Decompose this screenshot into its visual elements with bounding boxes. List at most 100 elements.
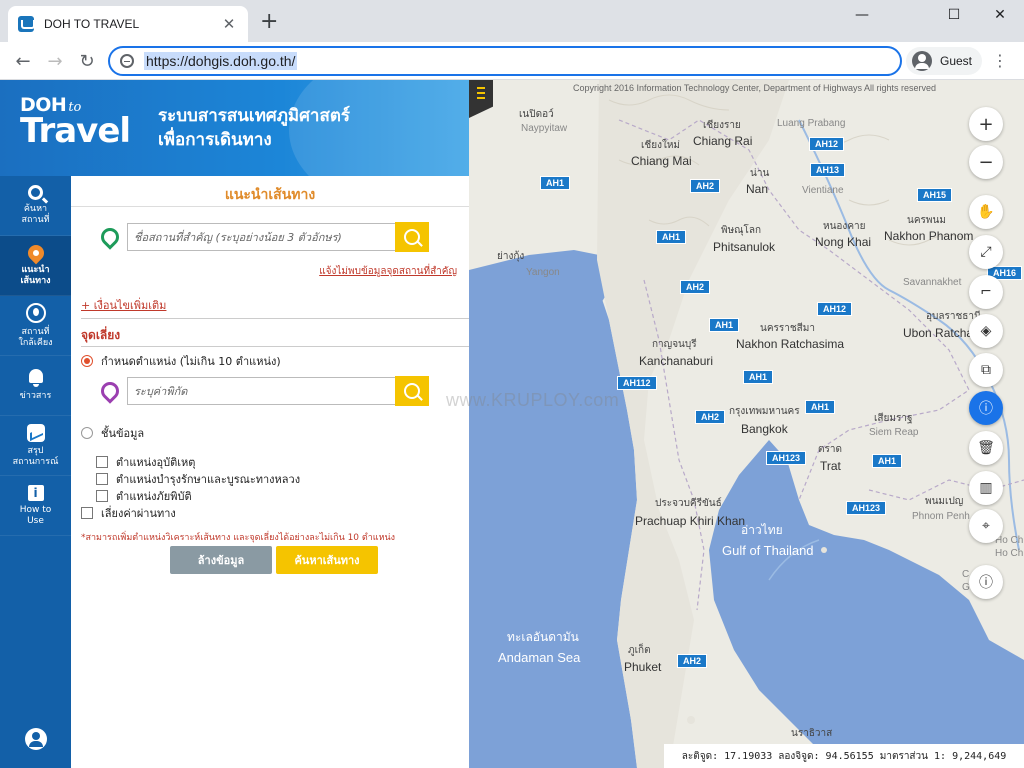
place-label-th: เชียงใหม่ <box>641 140 681 151</box>
sea-label: Gulf of Thailand <box>722 543 814 558</box>
highway-shield: AH112 <box>617 376 657 390</box>
search-icon <box>404 229 420 245</box>
highway-shield: AH13 <box>810 163 846 177</box>
highway-shield: AH123 <box>846 501 887 515</box>
place-label: Phnom Penh <box>912 511 970 522</box>
pan-button[interactable]: ✋ <box>969 195 1003 229</box>
coordinate-input[interactable] <box>127 377 395 405</box>
browser-tab-strip: DOH TO TRAVEL ✕ + — ☐ ✕ <box>0 0 1024 42</box>
place-label-th: เชียงราย <box>703 120 741 131</box>
radio-layer[interactable] <box>81 427 93 439</box>
browser-toolbar: ← → ↻ https://dohgis.doh.go.th/ Guest ⋮ <box>0 42 1024 80</box>
place-label: Kanchanaburi <box>639 354 714 368</box>
profile-button[interactable]: Guest <box>906 47 982 75</box>
zoom-out-icon: − <box>978 151 994 173</box>
locate-button[interactable]: ⌖ <box>969 509 1003 543</box>
app-title: ระบบสารสนเทศภูมิศาสตร์ เพื่อการเดินทาง <box>158 106 350 150</box>
nav-nearby[interactable]: สถานที่ ใกล้เคียง <box>0 296 71 356</box>
place-label: Nakhon Phanom <box>884 229 974 243</box>
minimize-icon[interactable]: — <box>839 0 885 30</box>
nav-situation-summary[interactable]: สรุป สถานการณ์ <box>0 416 71 476</box>
maximize-icon[interactable]: ☐ <box>931 0 977 30</box>
place-label-th: กาญจนบุรี <box>652 339 697 350</box>
place-label-th: เนปิดอว์ <box>519 109 554 120</box>
clear-button[interactable]: ล้างข้อมูล <box>170 546 272 574</box>
app-header: DOH to Travel ระบบสารสนเทศภูมิศาสตร์ เพื่… <box>0 80 469 176</box>
report-missing-place-link[interactable]: แจ้งไม่พบข้อมูลจุดสถานที่สำคัญ <box>319 264 457 279</box>
user-account-icon[interactable] <box>25 728 47 750</box>
highway-shield: AH1 <box>656 230 687 244</box>
more-conditions-link[interactable]: + เงื่อนไขเพิ่มเติม <box>81 296 166 314</box>
bell-icon <box>28 369 43 387</box>
reload-icon[interactable]: ↻ <box>76 50 98 72</box>
coordinate-search-button[interactable] <box>395 376 429 406</box>
layer-disaster-option[interactable]: ตำแหน่งภัยพิบัติ <box>96 487 192 505</box>
avoid-toll-option[interactable]: เลี่ยงค่าผ่านทาง <box>81 504 176 522</box>
place-label: Savannakhet <box>903 277 962 288</box>
nav-route-guide[interactable]: แนะนำ เส้นทาง <box>0 236 71 296</box>
highway-shield: AH12 <box>809 137 845 151</box>
find-route-button[interactable]: ค้นหาเส้นทาง <box>276 546 378 574</box>
place-label: Phuket <box>624 660 662 674</box>
doh-to-travel-logo[interactable]: DOH to Travel <box>20 94 131 148</box>
add-layer-button[interactable]: ⧉ <box>969 353 1003 387</box>
site-info-icon[interactable] <box>120 54 134 68</box>
feedback-button[interactable]: ⓘ <box>969 565 1003 599</box>
map-view[interactable]: Copyright 2016 Information Technology Ce… <box>469 80 1024 768</box>
route-panel: แนะนำเส้นทาง แจ้งไม่พบข้อมูลจุดสถานที่สำ… <box>71 176 469 768</box>
fullscreen-button[interactable]: ⤢ <box>969 235 1003 269</box>
nav-how-to-use[interactable]: i How to Use <box>0 476 71 536</box>
checkbox-disaster[interactable] <box>96 490 108 502</box>
delete-button[interactable]: 🗑 <box>969 431 1003 465</box>
measure-icon: ⌐ <box>980 284 992 300</box>
place-label-th: พิษณุโลก <box>721 225 762 236</box>
feedback-icon: ⓘ <box>979 575 993 591</box>
radio-position[interactable] <box>81 355 93 367</box>
checkbox-maintenance[interactable] <box>96 473 108 485</box>
radio-layer-option[interactable]: ชั้นข้อมูล <box>81 424 144 442</box>
browser-tab[interactable]: DOH TO TRAVEL ✕ <box>8 6 248 42</box>
sea-label: Andaman Sea <box>498 650 581 665</box>
nav-search-place[interactable]: ค้นหา สถานที่ <box>0 176 71 236</box>
layer-maintenance-option[interactable]: ตำแหน่งบำรุงรักษาและบูรณะทางหลวง <box>96 470 300 488</box>
close-tab-icon[interactable]: ✕ <box>220 15 238 33</box>
place-label: Nong Khai <box>815 235 872 249</box>
fullscreen-icon: ⤢ <box>980 244 992 260</box>
origin-pin-icon <box>97 224 123 250</box>
search-icon <box>404 383 420 399</box>
highway-shield: AH1 <box>872 454 903 468</box>
radio-position-option[interactable]: กำหนดตำแหน่ง (ไม่เกิน 10 ตำแหน่ง) <box>81 352 281 370</box>
layers-button[interactable]: ◈ <box>969 314 1003 348</box>
place-label: Naypyitaw <box>521 123 568 134</box>
zoom-out-button[interactable]: − <box>969 145 1003 179</box>
close-window-icon[interactable]: ✕ <box>977 0 1023 30</box>
checkbox-accident[interactable] <box>96 456 108 468</box>
measure-button[interactable]: ⌐ <box>969 275 1003 309</box>
nav-news[interactable]: ข่าวสาร <box>0 356 71 416</box>
browser-menu-icon[interactable]: ⋮ <box>992 52 1008 70</box>
layer-accident-option[interactable]: ตำแหน่งอุบัติเหตุ <box>96 453 195 471</box>
checkbox-avoid-toll[interactable] <box>81 507 93 519</box>
new-tab-icon[interactable]: + <box>260 11 278 33</box>
back-icon[interactable]: ← <box>12 50 34 72</box>
zoom-in-icon: + <box>978 113 994 135</box>
highway-shield: AH2 <box>690 179 721 193</box>
nearby-icon <box>25 302 46 323</box>
place-label-th: ตราด <box>818 444 842 455</box>
basemap-button[interactable]: ▥ <box>969 471 1003 505</box>
zoom-in-button[interactable]: + <box>969 107 1003 141</box>
avoid-points-label: จุดเลี่ยง <box>81 328 121 342</box>
url-text[interactable]: https://dohgis.doh.go.th/ <box>144 52 298 70</box>
origin-search-input[interactable] <box>127 223 395 251</box>
origin-search-row <box>97 222 429 252</box>
address-bar[interactable]: https://dohgis.doh.go.th/ <box>108 46 902 76</box>
forward-icon[interactable]: → <box>44 50 66 72</box>
avoid-pin-icon <box>97 378 123 404</box>
place-label-th: ประจวบคีรีขันธ์ <box>655 498 722 509</box>
info-button[interactable]: ⓘ <box>969 391 1003 425</box>
coordinate-readout: ละติจูด: 17.19033 ลองจิจูด: 94.56155 มาต… <box>664 744 1024 768</box>
origin-search-button[interactable] <box>395 222 429 252</box>
place-label-th: นครพนม <box>907 215 946 226</box>
panel-title-divider <box>71 206 469 207</box>
place-label-th: ย่างกุ้ง <box>497 251 525 262</box>
